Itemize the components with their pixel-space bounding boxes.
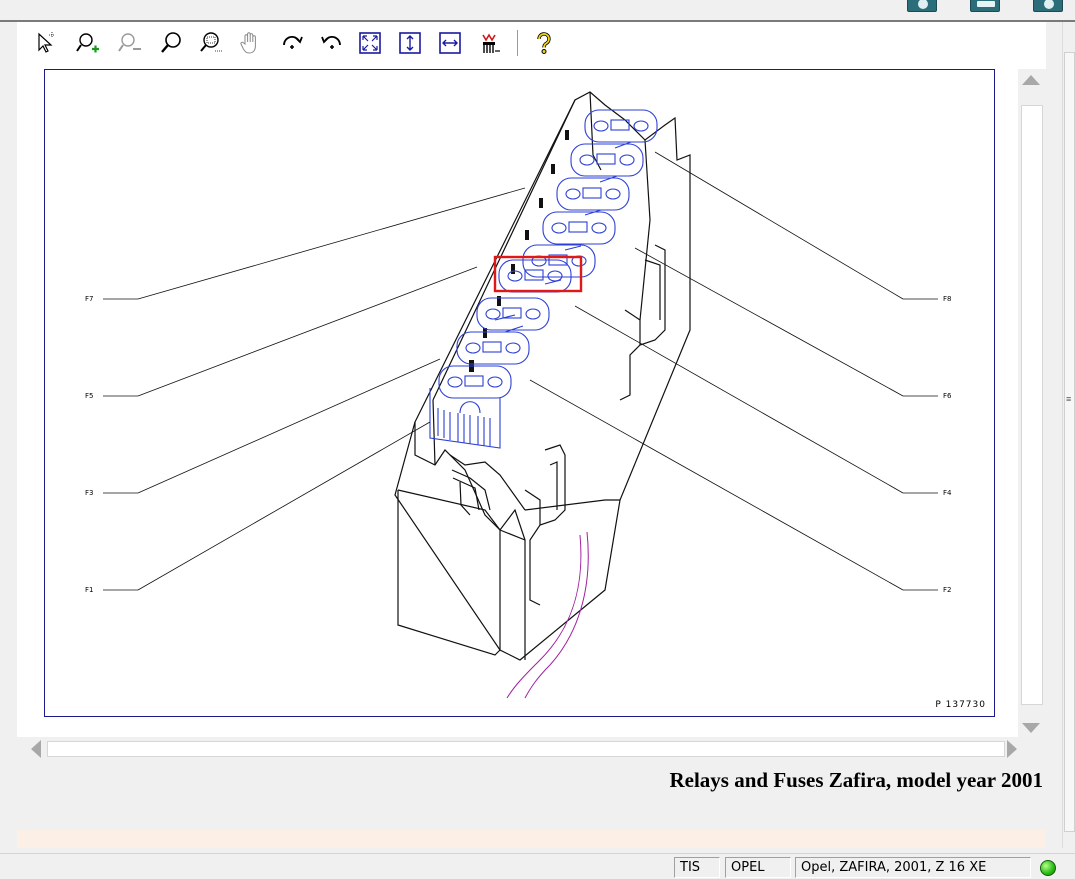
fit-all-tool-button[interactable]	[357, 30, 383, 56]
document-icon	[977, 1, 995, 7]
rotate-left-tool-button[interactable]	[319, 30, 345, 56]
picture-code: P 137730	[935, 700, 986, 710]
help-icon	[537, 32, 551, 54]
scroll-thumb[interactable]	[47, 741, 1005, 757]
scroll-thumb[interactable]	[1021, 105, 1043, 705]
fuses	[429, 109, 658, 449]
top-button-2[interactable]	[970, 0, 1000, 12]
zoom-in-icon	[76, 33, 99, 53]
magnifier-tool-button[interactable]	[159, 30, 185, 56]
cursor-icon	[38, 32, 55, 53]
pan-tool-button[interactable]	[237, 30, 263, 56]
hand-icon	[240, 32, 256, 54]
connection-status-icon	[1040, 860, 1056, 876]
label-f4: F4	[943, 489, 952, 497]
label-f6: F6	[943, 392, 952, 400]
note-strip	[17, 830, 1046, 848]
label-f5: F5	[85, 392, 94, 400]
label-f1: F1	[85, 586, 94, 594]
grip-icon: ≡	[1066, 394, 1072, 404]
globe-icon	[1044, 0, 1054, 9]
diagram-horizontal-scrollbar[interactable]	[17, 737, 1046, 761]
highlight-tool-button[interactable]	[477, 30, 503, 56]
help-tool-button[interactable]	[531, 30, 557, 56]
select-tool-button[interactable]	[33, 30, 59, 56]
fuse-box-slots	[469, 130, 569, 372]
diagram-vertical-scrollbar[interactable]	[1018, 69, 1046, 745]
top-button-1[interactable]	[907, 0, 937, 12]
rotate-right-icon	[283, 35, 303, 49]
zoom-out-icon	[118, 33, 141, 52]
top-button-3[interactable]	[1033, 0, 1063, 12]
fuse-box-diagram	[103, 91, 938, 699]
viewer-toolbar	[17, 22, 1046, 64]
fit-width-tool-button[interactable]	[437, 30, 463, 56]
zoom-window-icon	[200, 32, 223, 52]
status-vehicle: Opel, ZAFIRA, 2001, Z 16 XE	[795, 857, 1031, 878]
page-vertical-scrollbar[interactable]: ≡	[1062, 22, 1075, 848]
fit-all-icon	[359, 32, 381, 54]
scroll-right-arrow-icon[interactable]	[1007, 740, 1017, 758]
label-f2: F2	[943, 586, 952, 594]
fit-height-tool-button[interactable]	[397, 30, 423, 56]
label-f8: F8	[943, 295, 952, 303]
leader-lines-right	[529, 151, 938, 591]
status-bar: TIS OPEL Opel, ZAFIRA, 2001, Z 16 XE	[0, 853, 1075, 879]
window-top-strip	[0, 0, 1075, 22]
rotate-right-tool-button[interactable]	[279, 30, 305, 56]
fit-width-icon	[439, 32, 461, 54]
zoom-window-tool-button[interactable]	[199, 30, 225, 56]
zoom-out-tool-button[interactable]	[117, 30, 143, 56]
scroll-down-arrow-icon[interactable]	[1022, 723, 1040, 733]
leader-lines-left	[103, 187, 526, 591]
wire-harness	[506, 531, 589, 699]
diagram-caption: Relays and Fuses Zafira, model year 2001	[669, 768, 1043, 792]
scroll-thumb[interactable]	[1064, 52, 1075, 832]
label-f7: F7	[85, 295, 94, 303]
label-f3: F3	[85, 489, 94, 497]
rotate-left-icon	[321, 35, 341, 49]
status-brand: OPEL	[725, 857, 791, 878]
scroll-left-arrow-icon[interactable]	[31, 740, 41, 758]
zoom-in-tool-button[interactable]	[75, 30, 101, 56]
status-app: TIS	[674, 857, 720, 878]
toolbar-separator	[517, 30, 518, 56]
diagram-frame: F7 F5 F3 F1 F8 F6 F4 F2 P 137730	[44, 69, 995, 717]
globe-icon	[918, 0, 928, 9]
magnifier-icon	[161, 32, 181, 53]
fit-height-icon	[399, 32, 421, 54]
highlight-icon	[482, 33, 500, 53]
scroll-up-arrow-icon[interactable]	[1022, 75, 1040, 85]
